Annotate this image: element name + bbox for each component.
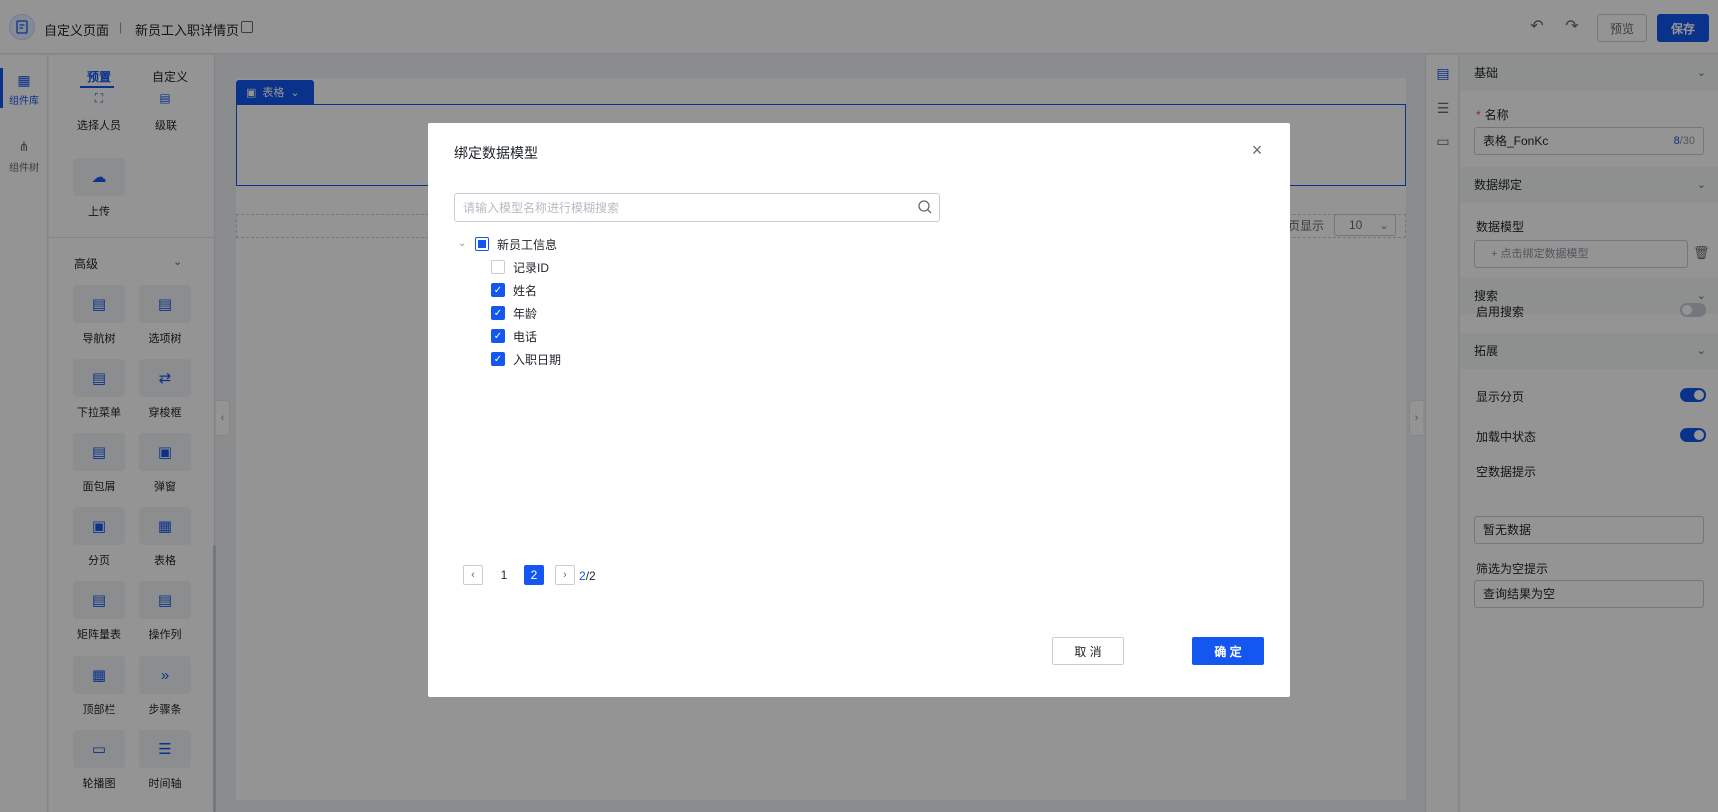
tree-root-checkbox[interactable] xyxy=(475,237,489,251)
page-total: 2/2 xyxy=(579,569,596,583)
page-total-count: 2 xyxy=(589,569,596,583)
field-checkbox[interactable]: ✓ xyxy=(491,306,505,320)
tree-field-node[interactable]: ✓ 年龄 xyxy=(491,304,537,322)
tree-field-node[interactable]: ✓ 姓名 xyxy=(491,281,537,299)
dialog-title: 绑定数据模型 xyxy=(454,145,538,161)
search-icon[interactable] xyxy=(917,199,933,215)
field-checkbox[interactable]: ✓ xyxy=(491,283,505,297)
chevron-right-icon: › xyxy=(563,569,567,581)
field-label: 年龄 xyxy=(513,306,538,321)
tree-field-node[interactable]: ✓ 入职日期 xyxy=(491,350,561,368)
tree-field-node[interactable]: ✓ 电话 xyxy=(491,327,537,345)
tree-field-node[interactable]: 记录ID xyxy=(491,258,549,276)
field-checkbox[interactable]: ✓ xyxy=(491,352,505,366)
confirm-button[interactable]: 确 定 xyxy=(1192,637,1264,665)
chevron-left-icon: ‹ xyxy=(471,569,475,581)
field-label: 入职日期 xyxy=(513,352,562,367)
close-icon[interactable]: × xyxy=(1249,141,1265,159)
next-page-button[interactable]: › xyxy=(555,565,575,585)
model-search-input[interactable] xyxy=(454,193,940,222)
field-checkbox[interactable]: ✓ xyxy=(491,329,505,343)
page-number-current[interactable]: 2 xyxy=(524,565,544,585)
cancel-button[interactable]: 取 消 xyxy=(1052,637,1124,665)
field-checkbox[interactable] xyxy=(491,260,505,274)
tree-root-node[interactable]: 新员工信息 xyxy=(475,235,557,253)
prev-page-button[interactable]: ‹ xyxy=(463,565,483,585)
field-label: 姓名 xyxy=(513,283,538,298)
page-total-current: 2 xyxy=(579,569,586,583)
field-label: 电话 xyxy=(513,329,538,344)
bind-data-model-dialog: 绑定数据模型 × ⌄ 新员工信息 记录ID ✓ 姓名 ✓ 年龄 ✓ 电话 ✓ 入… xyxy=(428,123,1290,697)
collapse-caret-icon[interactable]: ⌄ xyxy=(458,235,468,253)
field-label: 记录ID xyxy=(513,260,550,275)
tree-root-label: 新员工信息 xyxy=(497,237,558,252)
page-number[interactable]: 1 xyxy=(494,565,514,585)
